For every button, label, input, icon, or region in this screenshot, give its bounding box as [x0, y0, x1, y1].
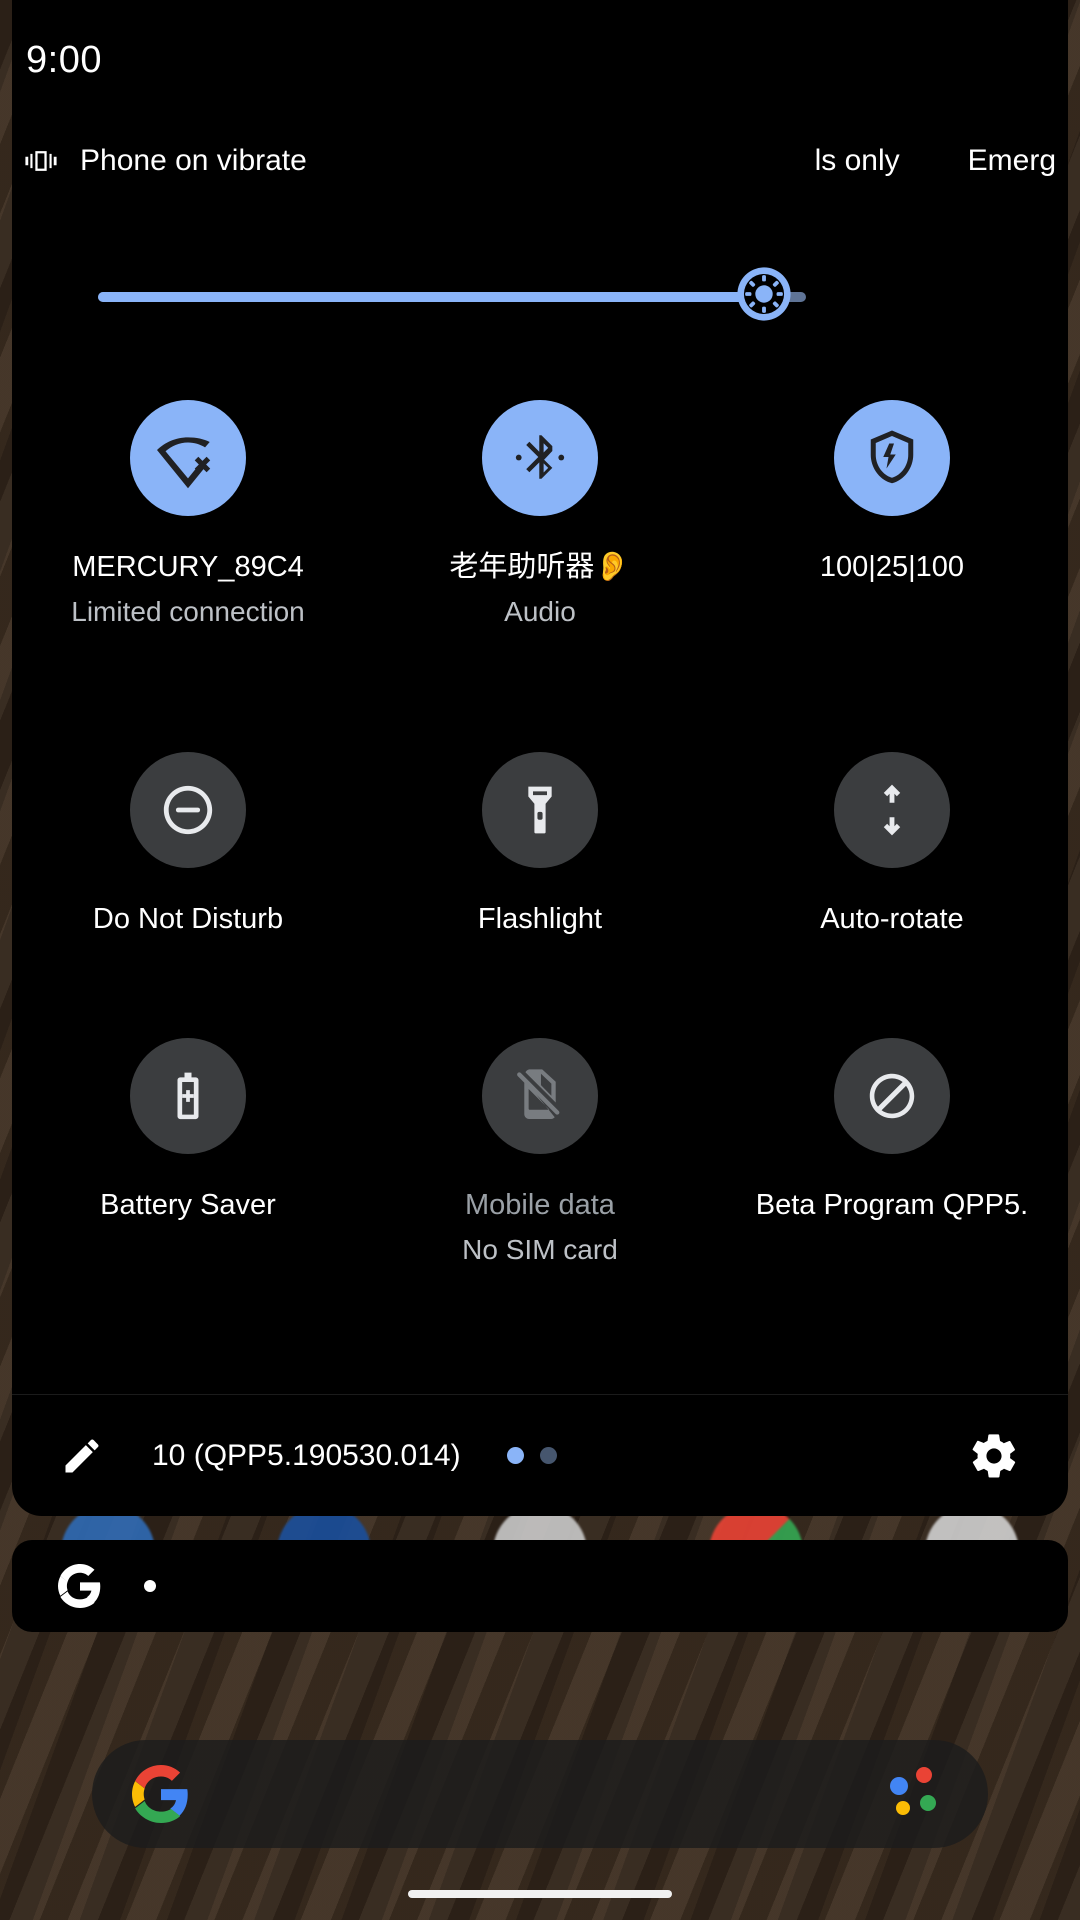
- tile-wifi-circle[interactable]: [129, 400, 246, 516]
- gear-icon[interactable]: [968, 1430, 1020, 1482]
- carrier-status-2: Emerg: [967, 144, 1056, 177]
- tile-do-not-disturb[interactable]: Do Not Disturb: [12, 752, 364, 942]
- qs-status-row: Phone on vibrate ls only Emerg: [12, 128, 1068, 194]
- no-sim-icon: [517, 1069, 560, 1119]
- tile-flashlight-circle[interactable]: [481, 752, 598, 868]
- carrier-status-1: ls only: [814, 144, 900, 177]
- tile-beta-program-circle[interactable]: [833, 1038, 950, 1154]
- tile-row: Do Not Disturb Flashlight Auto-rotate: [12, 752, 1068, 942]
- tile-row: MERCURY_89C4 Limited connection 老年助听器👂 A…: [12, 400, 1068, 634]
- quick-settings-panel: 9:00 Phone on vibrate ls only Emerg MERC…: [12, 0, 1068, 1516]
- tile-battery-saver[interactable]: Battery Saver: [12, 1038, 364, 1272]
- battery-share-icon: [870, 430, 914, 484]
- brightness-fill: [98, 292, 764, 302]
- battery-saver-icon: [177, 1072, 199, 1120]
- qs-footer: 10 (QPP5.190530.014): [12, 1394, 1068, 1516]
- page-dot-2[interactable]: [539, 1447, 557, 1464]
- tile-wifi-sub: Limited connection: [71, 596, 305, 627]
- tile-bluetooth[interactable]: 老年助听器👂 Audio: [364, 400, 716, 634]
- tile-bluetooth-sub: Audio: [504, 596, 576, 627]
- tile-battery-saver-label: Battery Saver: [100, 1189, 276, 1221]
- dot-icon: [144, 1580, 156, 1592]
- tile-wifi-label: MERCURY_89C4: [72, 551, 304, 583]
- page-indicator: [506, 1447, 557, 1464]
- tile-auto-rotate-circle[interactable]: [833, 752, 950, 868]
- tile-mobile-data-sub: No SIM card: [462, 1234, 618, 1265]
- tile-wifi[interactable]: MERCURY_89C4 Limited connection: [12, 400, 364, 634]
- tile-mobile-data[interactable]: Mobile data No SIM card: [364, 1038, 716, 1272]
- tile-battery-share-label: 100|25|100: [819, 551, 964, 583]
- page-dot-1[interactable]: [506, 1447, 524, 1464]
- tile-battery-share-circle[interactable]: [833, 400, 950, 516]
- tile-flashlight[interactable]: Flashlight: [364, 752, 716, 942]
- brightness-slider[interactable]: [98, 267, 806, 321]
- tile-mobile-data-circle[interactable]: [481, 1038, 598, 1154]
- assistant-icon[interactable]: [890, 1765, 948, 1823]
- qs-search-pill[interactable]: [12, 1540, 1068, 1632]
- tile-battery-share[interactable]: 100|25|100: [716, 400, 1068, 634]
- phone-screen: 9:00 Phone on vibrate ls only Emerg MERC…: [0, 0, 1080, 1920]
- auto-rotate-icon: [883, 784, 901, 836]
- tile-beta-program[interactable]: Beta Program QPP5.: [716, 1038, 1068, 1272]
- status-bar: 9:00: [12, 0, 1068, 120]
- vibrate-status-text: Phone on vibrate: [80, 144, 307, 177]
- brightness-icon[interactable]: [735, 265, 793, 323]
- tile-bluetooth-circle[interactable]: [481, 400, 598, 516]
- tile-beta-program-label: Beta Program QPP5.: [755, 1189, 1029, 1221]
- tile-battery-saver-circle[interactable]: [129, 1038, 246, 1154]
- google-g-icon: [132, 1765, 190, 1823]
- build-version-text: 10 (QPP5.190530.014): [152, 1438, 461, 1472]
- vibrate-icon: [24, 144, 58, 178]
- flashlight-icon: [528, 786, 552, 834]
- tile-bluetooth-label: 老年助听器👂: [449, 551, 631, 583]
- wifi-off-icon: [156, 437, 211, 489]
- beta-program-icon: [869, 1073, 915, 1119]
- status-bar-clock: 9:00: [26, 38, 102, 81]
- tile-do-not-disturb-label: Do Not Disturb: [92, 903, 284, 935]
- tile-mobile-data-label: Mobile data: [465, 1189, 615, 1221]
- bluetooth-icon: [515, 435, 565, 479]
- tile-do-not-disturb-circle[interactable]: [129, 752, 246, 868]
- pencil-icon[interactable]: [60, 1434, 104, 1478]
- quick-settings-tiles: MERCURY_89C4 Limited connection 老年助听器👂 A…: [12, 400, 1068, 1272]
- tile-flashlight-label: Flashlight: [477, 903, 603, 935]
- tile-row: Battery Saver Mobile data No SIM card Be…: [12, 1038, 1068, 1272]
- dock-search-bar[interactable]: [92, 1740, 988, 1848]
- do-not-disturb-icon: [163, 785, 213, 835]
- tile-auto-rotate-label: Auto-rotate: [820, 903, 964, 935]
- navigation-pill[interactable]: [408, 1890, 672, 1898]
- google-g-icon: [58, 1564, 102, 1608]
- tile-auto-rotate[interactable]: Auto-rotate: [716, 752, 1068, 942]
